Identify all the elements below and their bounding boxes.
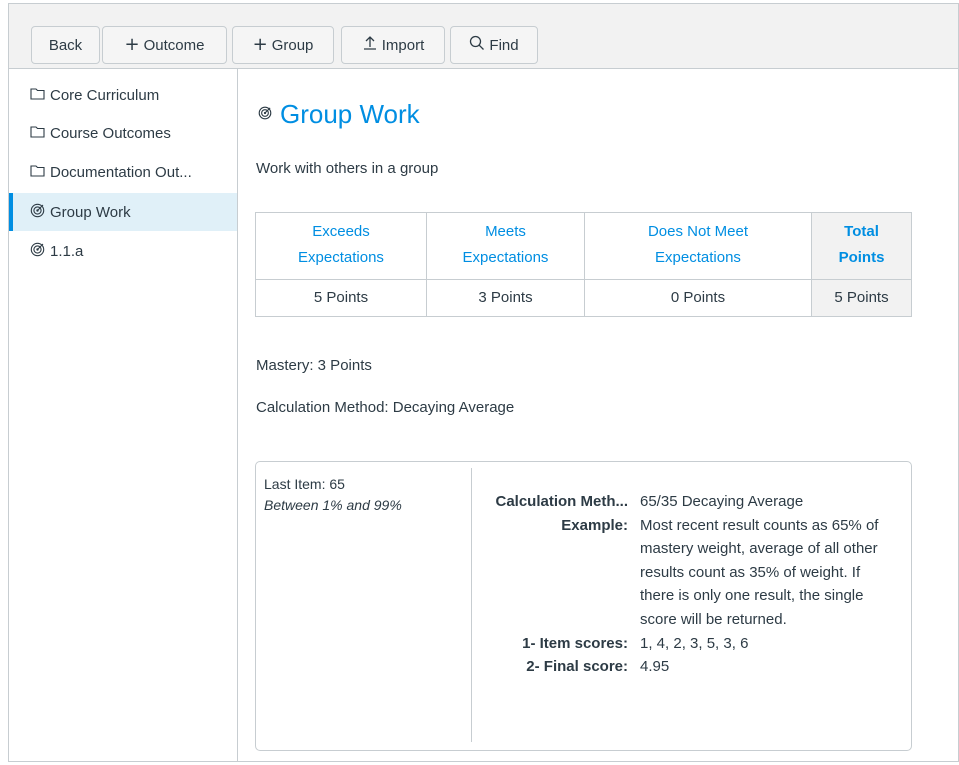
back-button[interactable]: Back <box>31 26 100 64</box>
folder-icon <box>29 125 45 142</box>
sidebar-item-group-work[interactable]: Group Work <box>9 193 237 231</box>
outcome-target-icon <box>258 106 272 124</box>
range-hint: Between 1% and 99% <box>264 497 402 513</box>
rubric-col-exceeds: Exceeds Expectations <box>255 212 427 280</box>
sidebar-item-label: Course Outcomes <box>50 124 171 142</box>
calculation-method-text: Calculation Method: Decaying Average <box>256 399 515 416</box>
rubric-header-line2: Expectations <box>655 249 741 266</box>
calc-parameter: Last Item: 65 Between 1% and 99% <box>264 474 402 516</box>
rubric-table: Exceeds Expectations Meets Expectations … <box>255 212 912 317</box>
calc-row-key: Example: <box>561 516 628 534</box>
outcome-target-icon <box>29 242 45 261</box>
sidebar-item-documentation-outcomes[interactable]: Documentation Out... <box>9 153 237 191</box>
calc-details: Calculation Meth... 65/35 Decaying Avera… <box>478 490 908 679</box>
plus-icon: + <box>124 34 140 55</box>
rubric-header: Total Points <box>812 213 911 277</box>
calc-row: Example: Most recent result counts as 65… <box>478 514 908 632</box>
calc-row-key: 2- Final score: <box>526 658 628 676</box>
calc-row-key: 1- Item scores: <box>522 634 628 652</box>
rubric-header: Meets Expectations <box>427 213 584 277</box>
sidebar-item-course-outcomes[interactable]: Course Outcomes <box>9 114 237 152</box>
sidebar-item-1-1-a[interactable]: 1.1.a <box>9 232 237 270</box>
page-title: Group Work <box>280 99 420 129</box>
rubric-points: 5 Points <box>255 279 427 317</box>
divider <box>471 468 472 742</box>
folder-icon <box>29 164 45 181</box>
find-label: Find <box>489 36 519 54</box>
calc-row-value: Most recent result counts as 65% of mast… <box>640 516 879 628</box>
rubric-header: Exceeds Expectations <box>256 213 426 277</box>
title-row: Group Work <box>258 99 420 130</box>
add-outcome-label: Outcome <box>143 36 205 54</box>
rubric-points: 3 Points <box>426 279 585 317</box>
calc-row-value: 1, 4, 2, 3, 5, 3, 6 <box>640 634 749 652</box>
rubric-header: Does Not Meet Expectations <box>585 213 811 277</box>
plus-icon: + <box>252 34 268 55</box>
mastery-text: Mastery: 3 Points <box>256 357 372 374</box>
rubric-points: 0 Points <box>584 279 812 317</box>
rubric-header-line2: Expectations <box>462 249 549 266</box>
back-button-label: Back <box>48 36 83 54</box>
rubric-total-points: 5 Points <box>811 279 912 317</box>
outcome-target-icon <box>29 203 45 222</box>
sidebar-item-label: Core Curriculum <box>50 86 160 104</box>
calc-row: 1- Item scores: 1, 4, 2, 3, 5, 3, 6 <box>478 632 908 656</box>
calc-row-key: Calculation Meth... <box>495 493 628 510</box>
sidebar-item-core-curriculum[interactable]: Core Curriculum <box>9 76 237 114</box>
last-item-value: Last Item: 65 <box>264 476 345 492</box>
rubric-header-line2: Points <box>838 249 885 266</box>
outcomes-sidebar: Core Curriculum Course Outcomes Document… <box>9 69 238 761</box>
rubric-header-line2: Expectations <box>298 249 384 266</box>
rubric-header-line1: Total <box>844 223 879 240</box>
sidebar-item-label: Documentation Out... <box>50 163 192 181</box>
outcome-detail: Group Work Work with others in a group E… <box>238 69 958 761</box>
sidebar-item-label: 1.1.a <box>50 242 84 260</box>
add-group-label: Group <box>271 36 314 54</box>
rubric-col-does-not-meet: Does Not Meet Expectations <box>584 212 812 280</box>
toolbar: Back + Outcome + Group Import Find <box>9 4 958 69</box>
add-outcome-button[interactable]: + Outcome <box>102 26 227 64</box>
sidebar-item-label: Group Work <box>50 203 131 221</box>
import-button[interactable]: Import <box>341 26 445 64</box>
import-label: Import <box>381 36 425 54</box>
search-icon <box>469 35 485 55</box>
outcome-description: Work with others in a group <box>256 160 439 177</box>
rubric-col-meets: Meets Expectations <box>426 212 585 280</box>
rubric-header-line1: Exceeds <box>312 223 370 240</box>
find-button[interactable]: Find <box>450 26 538 64</box>
rubric-header-line1: Meets <box>485 223 526 240</box>
calc-row-value: 4.95 <box>640 658 670 676</box>
rubric-header-line1: Does Not Meet <box>647 223 749 240</box>
calc-row: 2- Final score: 4.95 <box>478 655 908 679</box>
calc-row: Calculation Meth... 65/35 Decaying Avera… <box>478 490 908 514</box>
calculation-example-box: Last Item: 65 Between 1% and 99% Calcula… <box>255 461 912 751</box>
rubric-col-total: Total Points <box>811 212 912 280</box>
outcomes-window: Back + Outcome + Group Import Find Core … <box>8 3 959 762</box>
folder-icon <box>29 87 45 104</box>
add-group-button[interactable]: + Group <box>232 26 334 64</box>
calc-row-value: 65/35 Decaying Average <box>640 493 804 510</box>
upload-icon <box>362 35 378 55</box>
